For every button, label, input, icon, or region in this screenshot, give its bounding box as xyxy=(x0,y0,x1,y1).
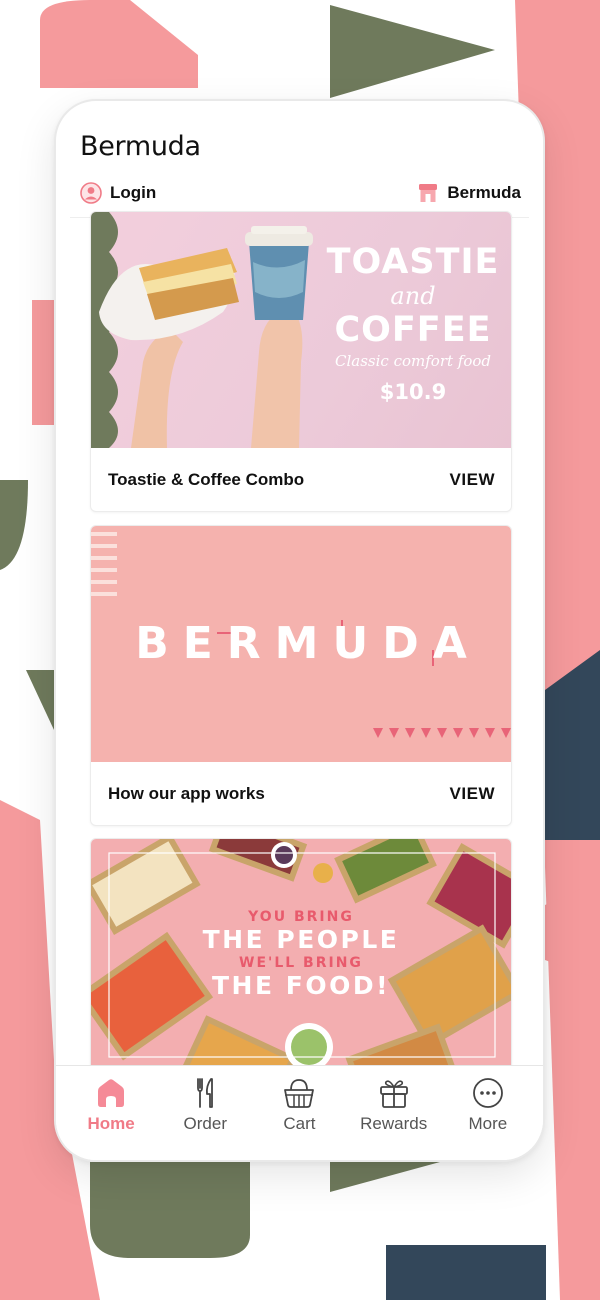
promo-tagline: Classic comfort food xyxy=(335,352,491,370)
catering-line-3: WE'LL BRING xyxy=(239,955,363,971)
catering-line-2: THE PEOPLE xyxy=(202,925,400,954)
home-icon xyxy=(98,1079,125,1107)
gift-icon xyxy=(379,1080,408,1108)
view-button[interactable]: VIEW xyxy=(450,784,495,804)
catering-banner: YOU BRING THE PEOPLE WE'LL BRING THE FOO… xyxy=(91,839,511,1075)
card-title: Toastie & Coffee Combo xyxy=(108,469,305,489)
toastie-coffee-banner: TOASTIE and COFFEE Classic comfort food … xyxy=(91,212,511,448)
user-icon xyxy=(80,182,102,204)
promo-line-2: and xyxy=(390,282,436,310)
promo-card-toastie[interactable]: TOASTIE and COFFEE Classic comfort food … xyxy=(90,211,512,512)
store-icon xyxy=(417,182,439,204)
promo-line-3: COFFEE xyxy=(334,310,492,350)
bottom-nav: Home Order Cart Rewards More xyxy=(56,1065,543,1160)
card-title: How our app works xyxy=(108,783,265,803)
more-dots-icon xyxy=(472,1078,503,1108)
promo-line-1: TOASTIE xyxy=(326,242,500,282)
card-caption: How our app works VIEW xyxy=(91,762,511,825)
nav-tab-cart[interactable]: Cart xyxy=(254,1076,344,1134)
store-label: Bermuda xyxy=(447,183,521,202)
nav-tab-order[interactable]: Order xyxy=(160,1076,250,1134)
brand-wordmark: BERMUDA xyxy=(135,618,481,669)
nav-tab-rewards[interactable]: Rewards xyxy=(349,1076,439,1134)
nav-label: More xyxy=(468,1114,508,1133)
nav-label: Cart xyxy=(283,1114,316,1133)
bermuda-brand-banner: BERMUDA xyxy=(91,526,511,762)
nav-label: Rewards xyxy=(360,1114,428,1133)
catering-headline: YOU BRING THE PEOPLE WE'LL BRING THE FOO… xyxy=(91,909,511,1001)
store-selector[interactable]: Bermuda xyxy=(417,182,521,204)
card-caption: Toastie & Coffee Combo VIEW xyxy=(91,448,511,511)
app-title: Bermuda xyxy=(80,131,201,162)
nav-tab-more[interactable]: More xyxy=(443,1076,533,1134)
basket-icon xyxy=(284,1079,315,1108)
catering-line-4: THE FOOD! xyxy=(212,971,390,1000)
login-label: Login xyxy=(110,183,157,202)
promo-card-how-it-works[interactable]: BERMUDA How our app works VIEW xyxy=(90,525,512,826)
catering-line-1: YOU BRING xyxy=(248,909,354,925)
promo-price: $10.9 xyxy=(379,380,447,404)
phone-frame: Bermuda Login Bermuda TOASTIE and COFFEE… xyxy=(54,99,545,1162)
promo-card-catering[interactable]: YOU BRING THE PEOPLE WE'LL BRING THE FOO… xyxy=(90,838,512,1076)
login-button[interactable]: Login xyxy=(80,182,156,204)
view-button[interactable]: VIEW xyxy=(450,470,495,490)
promo-headline: TOASTIE and COFFEE Classic comfort food … xyxy=(323,242,503,404)
fork-knife-icon xyxy=(197,1078,214,1108)
nav-label: Order xyxy=(183,1114,228,1133)
top-bar: Login Bermuda xyxy=(80,177,521,209)
nav-label: Home xyxy=(87,1114,135,1133)
nav-tab-home[interactable]: Home xyxy=(66,1076,156,1134)
